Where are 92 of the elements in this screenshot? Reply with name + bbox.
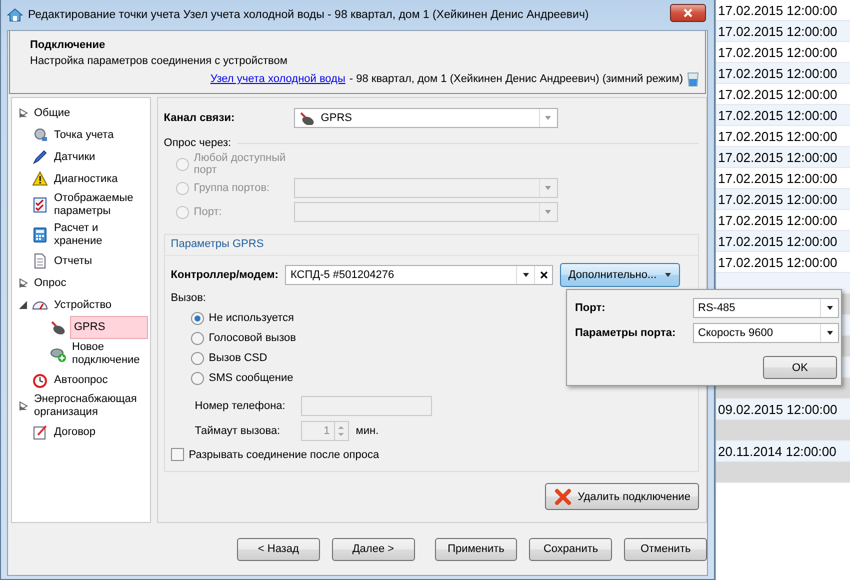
tree-item[interactable]: GPRS [70,316,148,339]
collapsed-arrow-icon[interactable] [18,401,28,411]
tree-item[interactable]: Отображаемые параметры [52,190,148,220]
tree-item[interactable]: Устройство [52,296,114,314]
table-cell: 17.02.2015 12:00:00 [718,212,838,228]
tree-item[interactable]: Автоопрос [52,372,110,388]
field-label: Канал связи: [164,112,236,124]
clear-icon [538,270,549,280]
radio-label: Группа портов: [194,182,270,194]
window-title: Редактирование точки учета Узел учета холодной воды - 98 квартал, дом 1 (Хейкинен Денис Андреевич) [28,9,590,21]
document-pen-icon [32,424,48,440]
tree-item[interactable]: Расчет и хранение [52,220,148,250]
section-label: Опрос через: [164,137,232,149]
tree-item[interactable]: Точка учета [52,126,116,144]
tree-item[interactable]: Договор [52,424,98,440]
unit-label: мин. [354,424,379,436]
table-cell: 09.02.2015 12:00:00 [718,402,838,416]
table-cell: 20.11.2014 12:00:00 [718,444,836,458]
port-dropdown[interactable]: RS-485 [693,298,839,318]
checkbox[interactable] [170,448,184,461]
radio-label: SMS сообщение [208,372,294,384]
table-cell: 17.02.2015 12:00:00 [718,66,838,80]
tree-item[interactable]: Датчики [52,148,98,166]
port-dropdown[interactable] [294,178,558,198]
tree-item[interactable]: Отчеты [52,252,94,270]
radio-label: Голосовой вызов [208,332,296,344]
table-cell: 17.02.2015 12:00:00 [718,234,838,248]
water-glass-icon [687,71,699,87]
dialog-button[interactable]: Отменить [624,538,707,560]
document-icon [32,253,48,269]
table-cell: 17.02.2015 12:00:00 [718,192,838,206]
tree-item[interactable]: Новое подключение [70,339,148,369]
close-icon [683,8,693,18]
more-button[interactable]: Дополнительно... [560,263,680,287]
table-cell: 17.02.2015 12:00:00 [718,150,838,164]
calculator-icon [32,227,48,243]
checkbox-label: Разрывать соединение после опроса [188,448,380,460]
controller-dropdown[interactable]: КСПД-5 #501204276 [285,265,554,285]
radio-button[interactable] [190,332,204,344]
meter-icon [32,127,48,143]
table-cell: 17.02.2015 12:00:00 [718,24,838,38]
port-dropdown[interactable]: Скорость 9600 [693,323,839,343]
field-label: Таймаут вызова: [194,424,282,436]
radio-label: Вызов CSD [208,352,268,364]
radio-label: Не используется [208,312,294,324]
header-title: Подключение [30,39,106,51]
header-subtitle: Настройка параметров соединения с устройством [30,55,288,67]
tree-item[interactable]: Энергоснабжающая организация [32,391,148,421]
delete-connection-button[interactable]: Удалить подключение [545,483,699,510]
dialog-button[interactable]: < Назад [237,538,320,560]
radio-button[interactable] [190,372,204,384]
device-icon [50,320,66,336]
tree-item[interactable]: Диагностика [52,170,120,188]
pencil-icon [32,149,48,165]
tree-item[interactable]: Общие [32,104,72,122]
dialog-button[interactable]: Далее > [332,538,415,560]
add-device-icon [50,346,66,362]
table-cell: 17.02.2015 12:00:00 [718,128,838,144]
meter-point-link[interactable]: Узел учета холодной воды [210,73,346,85]
table-cell: 17.02.2015 12:00:00 [718,170,838,186]
collapsed-arrow-icon[interactable] [18,108,28,118]
close-button[interactable] [670,4,706,22]
field-label: Порт: [575,302,606,314]
field-label: Номер телефона: [194,400,286,412]
meter-point-details: - 98 квартал, дом 1 (Хейкинен Денис Андреевич) (зимний режим) [349,73,683,85]
device-icon [298,111,315,125]
table-cell: 17.02.2015 12:00:00 [718,254,838,270]
warning-icon [32,171,48,187]
table-cell: 17.02.2015 12:00:00 [718,2,838,18]
dialog-button[interactable]: Применить [434,538,518,560]
group-title: Параметры GPRS [164,235,698,256]
house-icon [7,7,23,23]
delete-icon [554,488,572,506]
checklist-icon [32,197,48,213]
table-cell: 17.02.2015 12:00:00 [718,108,838,122]
radio-button[interactable] [190,312,204,324]
port-dropdown[interactable] [294,202,558,222]
ok-button[interactable]: OK [763,356,837,379]
table-cell: 17.02.2015 12:00:00 [718,86,838,102]
tree-item[interactable]: Опрос [32,274,68,292]
radio-label: Любой доступный порт [194,152,287,176]
field-label: Параметры порта: [575,327,677,339]
alarm-clock-icon [32,372,48,388]
table-cell: 17.02.2015 12:00:00 [718,44,838,60]
collapsed-arrow-icon[interactable] [18,278,28,288]
channel-dropdown[interactable]: GPRS [294,108,558,128]
section-label: Вызов: [170,292,207,304]
radio-label: Порт: [194,206,222,218]
expanded-arrow-icon[interactable] [18,300,28,310]
radio-button[interactable] [190,352,204,364]
dialog-button[interactable]: Сохранить [529,538,612,560]
field-label: Контроллер/модем: [170,269,278,281]
